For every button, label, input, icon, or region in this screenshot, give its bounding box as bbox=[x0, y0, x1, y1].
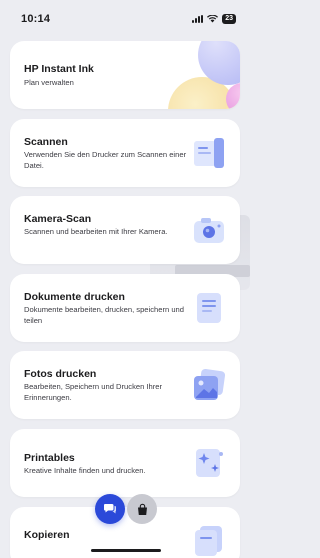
chat-button[interactable] bbox=[95, 494, 125, 524]
wifi-icon bbox=[207, 15, 219, 23]
copy-icon bbox=[195, 526, 222, 556]
card-title: Kamera-Scan bbox=[24, 213, 92, 225]
card-title: Kopieren bbox=[24, 529, 70, 541]
card-title: Fotos drucken bbox=[24, 368, 97, 380]
card-title: Printables bbox=[24, 452, 75, 464]
card-description: Bearbeiten, Speichern und Drucken Ihrer … bbox=[24, 382, 163, 402]
card-instant-ink[interactable]: HP Instant Ink Plan verwalten bbox=[10, 41, 240, 109]
card-printables[interactable]: Printables Kreative Inhalte finden und d… bbox=[10, 429, 240, 497]
cellular-signal-icon bbox=[192, 15, 204, 23]
sparkle-icon bbox=[196, 449, 223, 477]
card-description: Dokumente bearbeiten, drucken, speichern… bbox=[24, 305, 184, 325]
card-description: Kreative Inhalte finden und drucken. bbox=[24, 466, 146, 475]
shopping-bag-icon bbox=[137, 503, 147, 515]
camera-icon bbox=[194, 218, 224, 243]
status-bar: 10:14 23 bbox=[0, 0, 250, 38]
battery-indicator: 23 bbox=[222, 14, 236, 24]
card-description: Scannen und bearbeiten mit Ihrer Kamera. bbox=[24, 227, 168, 236]
floating-actions bbox=[95, 494, 157, 524]
scanner-icon bbox=[194, 138, 224, 168]
status-icons: 23 bbox=[192, 14, 236, 24]
card-print-documents[interactable]: Dokumente drucken Dokumente bearbeiten, … bbox=[10, 274, 240, 342]
photo-icon bbox=[194, 368, 226, 400]
home-indicator[interactable] bbox=[91, 549, 161, 552]
card-description: Plan verwalten bbox=[24, 78, 74, 87]
shop-button[interactable] bbox=[127, 494, 157, 524]
chat-icon bbox=[104, 504, 117, 514]
card-print-photos[interactable]: Fotos drucken Bearbeiten, Speichern und … bbox=[10, 351, 240, 419]
card-description: Verwenden Sie den Drucker zum Scannen ei… bbox=[24, 150, 187, 170]
card-title: Scannen bbox=[24, 136, 68, 148]
card-title: HP Instant Ink bbox=[24, 63, 94, 75]
instant-ink-decoration bbox=[168, 41, 240, 109]
status-time: 10:14 bbox=[21, 13, 51, 25]
card-camera-scan[interactable]: Kamera-Scan Scannen und bearbeiten mit I… bbox=[10, 196, 240, 264]
card-scan[interactable]: Scannen Verwenden Sie den Drucker zum Sc… bbox=[10, 119, 240, 187]
card-title: Dokumente drucken bbox=[24, 291, 125, 303]
document-icon bbox=[197, 293, 221, 323]
